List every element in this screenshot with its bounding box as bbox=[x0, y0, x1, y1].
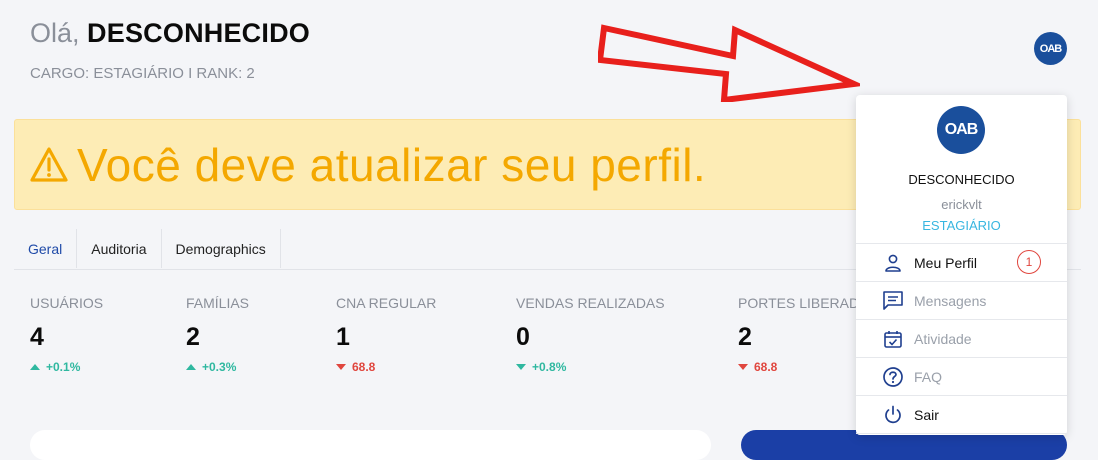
greeting: Olá, DESCONHECIDO bbox=[30, 18, 310, 49]
tab-demographics[interactable]: Demographics bbox=[162, 229, 281, 268]
stat-usuarios: USUÁRIOS 4 +0.1% bbox=[30, 295, 103, 374]
avatar-button[interactable]: OAB bbox=[1034, 32, 1067, 65]
stat-change-value: 68.8 bbox=[754, 360, 778, 374]
stat-vendas-realizadas: VENDAS REALIZADAS 0 +0.8% bbox=[516, 295, 665, 374]
stat-change-value: +0.8% bbox=[532, 360, 567, 374]
stat-value: 2 bbox=[186, 323, 200, 351]
dropdown-user-name: DESCONHECIDO bbox=[908, 172, 1015, 187]
role-line: CARGO: ESTAGIÁRIO I RANK: 2 bbox=[30, 65, 255, 82]
stat-familias: FAMÍLIAS 2 +0.3% bbox=[186, 295, 249, 374]
menu-item-label: Mensagens bbox=[914, 292, 987, 309]
trend-icon bbox=[516, 364, 526, 370]
warning-text: Você deve atualizar seu perfil. bbox=[77, 138, 707, 191]
person-icon bbox=[882, 252, 904, 274]
dropdown-avatar: OAB bbox=[937, 106, 985, 154]
menu-item-label: Atividade bbox=[914, 330, 972, 347]
menu-item-mensagens[interactable]: Mensagens bbox=[856, 282, 1067, 320]
stat-value: 0 bbox=[516, 323, 530, 351]
stat-change-value: +0.3% bbox=[202, 360, 237, 374]
message-icon bbox=[882, 290, 904, 312]
power-icon bbox=[882, 404, 904, 426]
stat-change-value: +0.1% bbox=[46, 360, 81, 374]
trend-up-icon bbox=[186, 364, 196, 370]
trend-up-icon bbox=[30, 364, 40, 370]
menu-item-atividade[interactable]: Atividade bbox=[856, 320, 1067, 358]
stat-change: +0.1% bbox=[30, 360, 103, 374]
red-arrow-annotation bbox=[598, 24, 860, 102]
warning-triangle-icon bbox=[30, 146, 68, 182]
menu-item-label: Meu Perfil bbox=[914, 254, 978, 271]
stat-label: FAMÍLIAS bbox=[186, 295, 250, 311]
stat-value: 1 bbox=[336, 323, 350, 351]
menu-item-meu-perfil[interactable]: Meu Perfil 1 bbox=[856, 243, 1067, 282]
stat-change: 68.8 bbox=[336, 360, 436, 374]
trend-down-icon bbox=[336, 364, 346, 370]
greeting-prefix: Olá, bbox=[30, 18, 80, 48]
menu-item-label: Sair bbox=[914, 406, 939, 423]
menu-item-sair[interactable]: Sair bbox=[856, 396, 1067, 434]
stat-change-value: 68.8 bbox=[352, 360, 376, 374]
tab-auditoria[interactable]: Auditoria bbox=[77, 229, 162, 268]
trend-down-icon bbox=[738, 364, 748, 370]
dropdown-role: ESTAGIÁRIO bbox=[922, 218, 1001, 233]
stat-label: CNA REGULAR bbox=[336, 295, 437, 311]
notification-badge: 1 bbox=[1017, 250, 1041, 274]
oab-logo: OAB bbox=[944, 121, 979, 138]
user-name: DESCONHECIDO bbox=[87, 18, 310, 48]
help-circle-icon bbox=[882, 366, 904, 388]
menu-item-faq[interactable]: FAQ bbox=[856, 358, 1067, 396]
stat-change: +0.8% bbox=[516, 360, 665, 374]
stat-value: 4 bbox=[30, 323, 44, 351]
stat-label: USUÁRIOS bbox=[30, 295, 104, 311]
stat-cna-regular: CNA REGULAR 1 68.8 bbox=[336, 295, 436, 374]
stat-label: VENDAS REALIZADAS bbox=[516, 295, 665, 311]
menu-item-label: FAQ bbox=[914, 368, 943, 385]
tab-geral[interactable]: Geral bbox=[14, 229, 78, 268]
profile-dropdown-menu: OAB DESCONHECIDO erickvlt ESTAGIÁRIO Meu… bbox=[856, 95, 1067, 435]
stat-change: +0.3% bbox=[186, 360, 249, 374]
calendar-check-icon bbox=[882, 328, 904, 350]
content-card bbox=[30, 430, 711, 460]
dropdown-username: erickvlt bbox=[941, 197, 982, 212]
oab-logo: OAB bbox=[1039, 42, 1062, 55]
dropdown-menu-list: Meu Perfil 1 Mensagens Atividade FAQ Sai… bbox=[856, 243, 1067, 434]
